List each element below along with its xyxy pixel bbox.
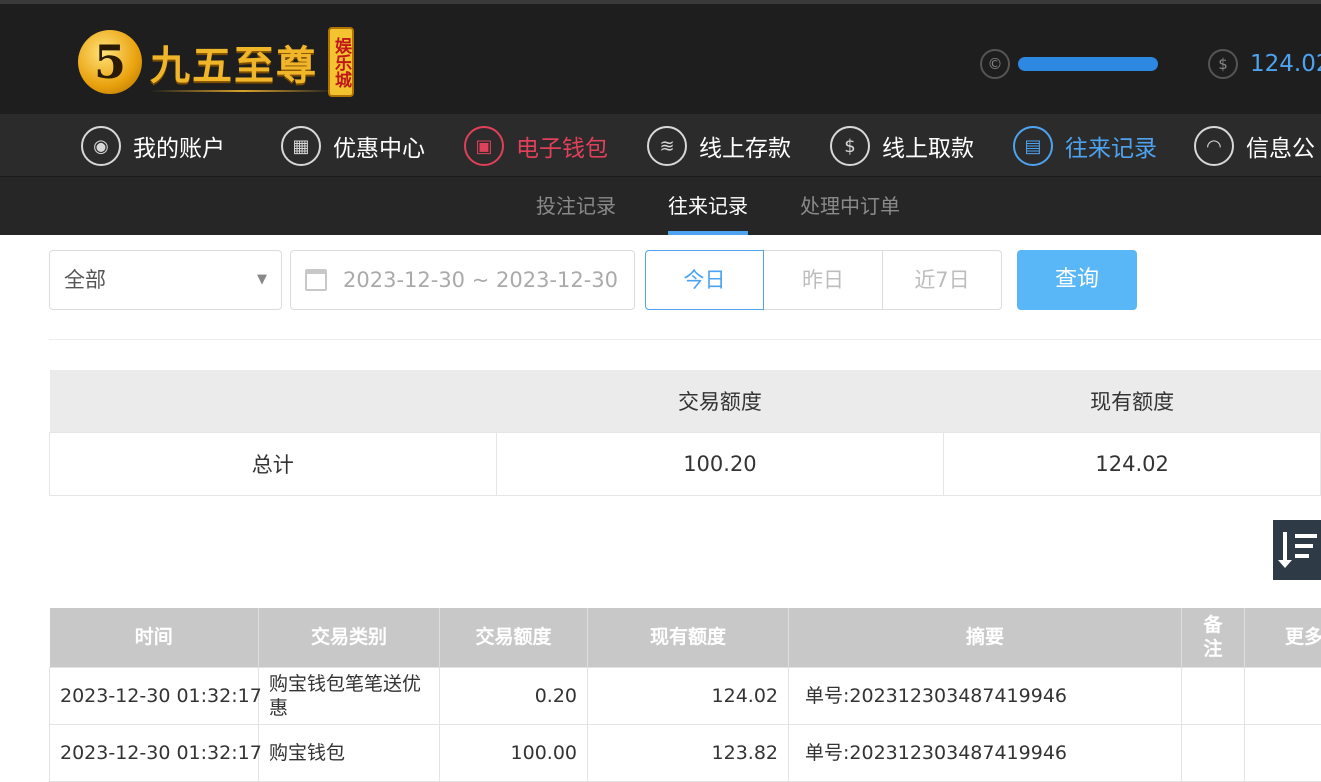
cell-amount: 100.00 (440, 724, 588, 781)
cell-type: 购宝钱包笔笔送优惠 (259, 667, 440, 724)
brand-badge: 娱乐城 (328, 27, 354, 97)
today-button[interactable]: 今日 (645, 250, 764, 310)
nav-label: 电子钱包 (516, 129, 608, 163)
summary-header-row: 交易额度 现有额度 (50, 370, 1321, 432)
cell-balance: 124.02 (588, 667, 789, 724)
balance-amount: 124.02 (1250, 51, 1321, 77)
sort-line (1295, 544, 1313, 548)
sort-line (1295, 554, 1309, 558)
dollar-icon: $ (1208, 49, 1238, 79)
tab-pending-orders[interactable]: 处理中订单 (800, 177, 900, 235)
cell-type: 购宝钱包 (259, 724, 440, 781)
table-row[interactable]: 2023-12-30 01:32:17 购宝钱包笔笔送优惠 0.20 124.0… (50, 667, 1321, 724)
user-icon: ◉ (81, 126, 121, 166)
last-7-days-button[interactable]: 近7日 (883, 250, 1002, 310)
date-range-value: 2023-12-30 ~ 2023-12-30 (343, 251, 618, 309)
cell-more[interactable] (1245, 667, 1321, 724)
summary-cell: 124.02 (944, 432, 1321, 495)
header-more: 更多 (1245, 608, 1321, 667)
user-area: © $ 124.02 (980, 48, 1321, 80)
date-range-input[interactable]: 2023-12-30 ~ 2023-12-30 (290, 250, 635, 310)
brand-name: 九五至尊 (150, 33, 318, 91)
nav-label: 信息公 (1246, 129, 1315, 163)
tab-bet-records[interactable]: 投注记录 (536, 177, 616, 235)
chevron-down-icon: ▼ (257, 251, 267, 309)
sort-button[interactable] (1273, 520, 1321, 580)
top-header: 九五至尊 娱乐城 © $ 124.02 (0, 0, 1321, 114)
cell-time: 2023-12-30 01:32:17 (50, 724, 259, 781)
header-summary: 摘要 (789, 608, 1182, 667)
header-time: 时间 (50, 608, 259, 667)
cell-balance: 123.82 (588, 724, 789, 781)
nav-label: 优惠中心 (333, 129, 425, 163)
records-table: 时间 交易类别 交易额度 现有额度 摘要 备注 更多 2023-12-30 01… (49, 608, 1321, 782)
nav-item-wallet[interactable]: ▣ 电子钱包 (464, 124, 608, 168)
cell-time: 2023-12-30 01:32:17 (50, 667, 259, 724)
wallet-icon: ▣ (464, 126, 504, 166)
nav-item-notices[interactable]: ◠ 信息公 (1194, 124, 1315, 168)
table-row[interactable]: 2023-12-30 01:32:17 购宝钱包 100.00 123.82 单… (50, 724, 1321, 781)
summary-cell: 100.20 (496, 432, 944, 495)
nav-label: 线上取款 (882, 129, 974, 163)
records-header-row: 时间 交易类别 交易额度 现有额度 摘要 备注 更多 (50, 608, 1321, 667)
tab-transaction-records[interactable]: 往来记录 (668, 177, 748, 235)
sort-descending-icon (1283, 532, 1287, 562)
cell-summary: 单号:202312303487419946 (789, 724, 1182, 781)
sort-line (1295, 534, 1317, 538)
logo-ornament (150, 90, 336, 92)
calendar-icon (305, 269, 327, 291)
cell-more[interactable] (1245, 724, 1321, 781)
gift-icon: ▦ (281, 126, 321, 166)
nav-item-records[interactable]: ▤ 往来记录 (1013, 124, 1157, 168)
nav-item-withdraw[interactable]: $ 线上取款 (830, 124, 974, 168)
header-type: 交易类别 (259, 608, 440, 667)
cell-amount: 0.20 (440, 667, 588, 724)
deposit-icon: ≋ (647, 126, 687, 166)
records-icon: ▤ (1013, 126, 1053, 166)
bell-icon: ◠ (1194, 126, 1234, 166)
summary-header-cell: 交易额度 (496, 370, 944, 432)
type-select[interactable]: 全部 ▼ (49, 250, 282, 310)
logo-mark-icon (78, 30, 142, 94)
yesterday-button[interactable]: 昨日 (764, 250, 883, 310)
summary-row: 总计 100.20 124.02 (50, 432, 1321, 495)
nav-item-promotions[interactable]: ▦ 优惠中心 (281, 124, 425, 168)
user-circle-icon: © (980, 49, 1010, 79)
nav-item-account[interactable]: ◉ 我的账户 (81, 124, 225, 168)
summary-table: 交易额度 现有额度 总计 100.20 124.02 (49, 370, 1321, 496)
summary-header-cell: 现有额度 (944, 370, 1321, 432)
main-nav: ◉ 我的账户 ▦ 优惠中心 ▣ 电子钱包 ≋ 线上存款 $ 线上取款 ▤ 往来记… (0, 114, 1321, 177)
type-select-value: 全部 (64, 251, 106, 309)
nav-label: 往来记录 (1065, 129, 1157, 163)
summary-header-cell (50, 370, 497, 432)
nav-item-deposit[interactable]: ≋ 线上存款 (647, 124, 791, 168)
query-button[interactable]: 查询 (1017, 250, 1137, 310)
username-redaction (1018, 57, 1158, 71)
nav-label: 我的账户 (133, 129, 225, 163)
nav-label: 线上存款 (699, 129, 791, 163)
withdraw-icon: $ (830, 126, 870, 166)
sub-nav: 投注记录 往来记录 处理中订单 (0, 177, 1321, 235)
cell-remark (1182, 724, 1245, 781)
cell-remark (1182, 667, 1245, 724)
header-balance: 现有额度 (588, 608, 789, 667)
header-remark: 备注 (1182, 608, 1245, 667)
summary-cell: 总计 (50, 432, 497, 495)
header-amount: 交易额度 (440, 608, 588, 667)
divider (49, 339, 1321, 340)
cell-summary: 单号:202312303487419946 (789, 667, 1182, 724)
